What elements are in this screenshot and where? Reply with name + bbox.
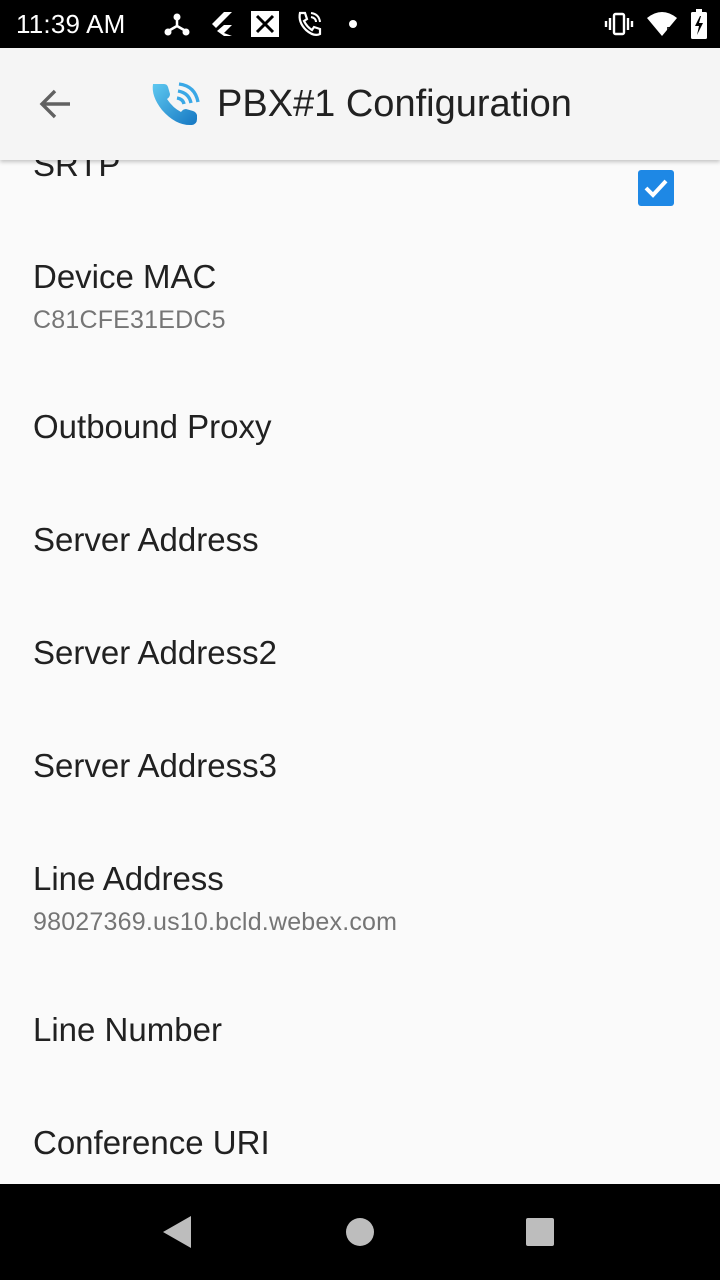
app-phone-wifi-icon [148, 78, 204, 130]
recents-square-icon [526, 1218, 554, 1246]
dot-icon [336, 7, 370, 41]
pref-line-number[interactable]: Line Number [0, 977, 720, 1090]
status-right-icons: 5 [592, 6, 708, 42]
status-bar: 11:39 AM 5 [0, 0, 720, 48]
svg-text:5: 5 [666, 25, 673, 38]
home-circle-icon [346, 1218, 374, 1246]
pref-server-address3[interactable]: Server Address3 [0, 713, 720, 826]
nav-home-button[interactable] [336, 1208, 384, 1256]
nav-recents-button[interactable] [516, 1208, 564, 1256]
pref-title: Server Address3 [33, 747, 277, 784]
arrow-back-icon [39, 89, 70, 119]
screen: 11:39 AM 5 SRTP Device MAC C81CFE31EDC5 … [0, 0, 720, 1280]
status-time: 11:39 AM [16, 9, 126, 39]
preference-list[interactable]: SRTP Device MAC C81CFE31EDC5 Outbound Pr… [0, 48, 720, 1184]
pref-title: Server Address [33, 521, 259, 558]
pref-device-mac[interactable]: Device MAC C81CFE31EDC5 [0, 224, 720, 374]
srtp-checkbox[interactable] [638, 170, 674, 206]
pref-conference-uri[interactable]: Conference URI [0, 1090, 720, 1184]
pref-summary: 98027369.us10.bcld.webex.com [33, 908, 398, 936]
status-left-icons [160, 6, 380, 42]
toolbar: PBX#1 Configuration [0, 48, 720, 160]
pref-line-address[interactable]: Line Address 98027369.us10.bcld.webex.co… [0, 826, 720, 977]
back-triangle-icon [163, 1216, 191, 1248]
pref-title: Line Address [33, 860, 224, 897]
pref-server-address[interactable]: Server Address [0, 487, 720, 600]
pref-title: Conference URI [33, 1124, 270, 1161]
pref-title: Server Address2 [33, 634, 277, 671]
back-button[interactable] [20, 68, 92, 140]
pref-title: Outbound Proxy [33, 408, 272, 445]
page-title: PBX#1 Configuration [217, 83, 572, 125]
pref-title: Line Number [33, 1011, 222, 1048]
nav-back-button[interactable] [154, 1208, 202, 1256]
wifi-icon: 5 [646, 7, 678, 41]
navigation-bar [0, 1184, 720, 1280]
pref-outbound-proxy[interactable]: Outbound Proxy [0, 374, 720, 487]
pref-summary: C81CFE31EDC5 [33, 306, 226, 334]
flutter-icon [204, 7, 238, 41]
phone-wifi-icon [292, 7, 326, 41]
close-box-icon [248, 7, 282, 41]
battery-charging-icon [690, 7, 708, 41]
pref-server-address2[interactable]: Server Address2 [0, 600, 720, 713]
hub-icon [160, 7, 194, 41]
vibrate-icon [604, 7, 634, 41]
pref-title: Device MAC [33, 258, 217, 295]
